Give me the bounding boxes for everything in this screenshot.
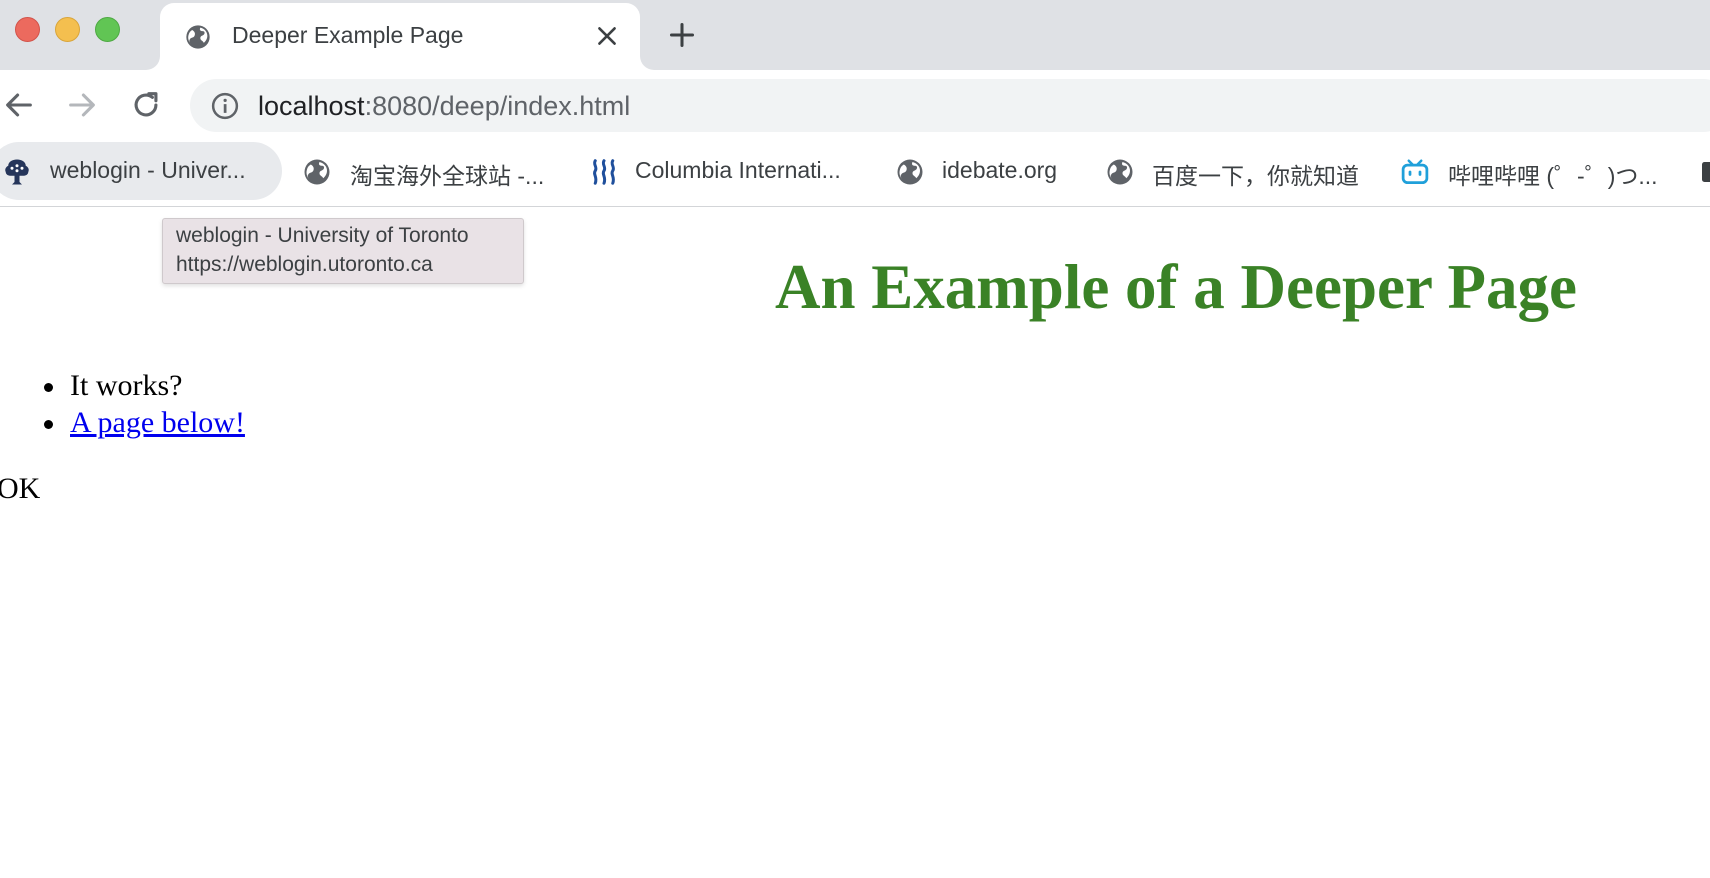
address-bar[interactable]: localhost:8080/deep/index.html <box>190 79 1710 132</box>
tab-title: Deeper Example Page <box>232 22 464 48</box>
forward-arrow-icon[interactable] <box>65 88 99 122</box>
page-below-link[interactable]: A page below! <box>70 406 245 439</box>
globe-icon <box>186 25 210 49</box>
back-arrow-icon[interactable] <box>2 88 36 122</box>
bookmark-idebate[interactable]: idebate.org <box>893 142 1083 200</box>
bookmark-label: idebate.org <box>942 157 1058 183</box>
bilibili-icon <box>1401 159 1429 184</box>
reload-icon[interactable] <box>129 88 163 122</box>
list-item: It works? <box>40 367 245 404</box>
bookmark-label: 淘宝海外全球站 -... <box>350 163 545 189</box>
info-icon[interactable] <box>210 91 240 121</box>
bullet-list: It works? A page below! <box>40 367 245 441</box>
ok-text: OK <box>0 472 41 505</box>
bookmark-weblogin[interactable]: weblogin - Univer... <box>0 142 282 200</box>
tab-strip: Deeper Example Page <box>0 0 1710 70</box>
globe-icon <box>304 159 330 185</box>
browser-toolbar: localhost:8080/deep/index.html <box>0 70 1710 140</box>
globe-icon <box>897 159 923 185</box>
new-tab-icon[interactable] <box>668 21 696 49</box>
bookmark-label: Columbia Internati... <box>635 157 841 183</box>
list-item-text: It works? <box>70 369 183 402</box>
uoft-crest-icon <box>5 159 29 185</box>
columbia-icon <box>593 159 615 185</box>
url-text[interactable]: localhost:8080/deep/index.html <box>258 91 630 122</box>
page-content: An Example of a Deeper Page It works? A … <box>0 207 1710 878</box>
bookmarks-bar: weblogin - Univer... 淘宝海外全球站 -... Columb… <box>0 140 1710 207</box>
close-window-button[interactable] <box>15 17 40 42</box>
bookmark-baidu[interactable]: 百度一下，你就知道 <box>1103 142 1373 200</box>
bookmark-label: weblogin - Univer... <box>50 157 246 183</box>
page-heading: An Example of a Deeper Page <box>775 252 1577 322</box>
globe-icon <box>1107 159 1133 185</box>
active-tab[interactable]: Deeper Example Page <box>160 3 640 70</box>
bookmark-label: 百度一下，你就知道 <box>1152 163 1359 189</box>
url-host: localhost <box>258 91 365 121</box>
close-tab-icon[interactable] <box>594 23 620 49</box>
bookmark-label: 哔哩哔哩 (゜-゜)つ... <box>1448 163 1658 189</box>
list-item: A page below! <box>40 404 245 441</box>
bookmark-bilibili[interactable]: 哔哩哔哩 (゜-゜)つ... <box>1398 142 1680 200</box>
bookmark-taobao[interactable]: 淘宝海外全球站 -... <box>300 142 562 200</box>
maximize-window-button[interactable] <box>95 17 120 42</box>
bookmark-columbia[interactable]: Columbia Internati... <box>587 142 867 200</box>
overflow-bookmark-icon[interactable] <box>1700 157 1710 187</box>
minimize-window-button[interactable] <box>55 17 80 42</box>
url-path: :8080/deep/index.html <box>364 91 631 121</box>
